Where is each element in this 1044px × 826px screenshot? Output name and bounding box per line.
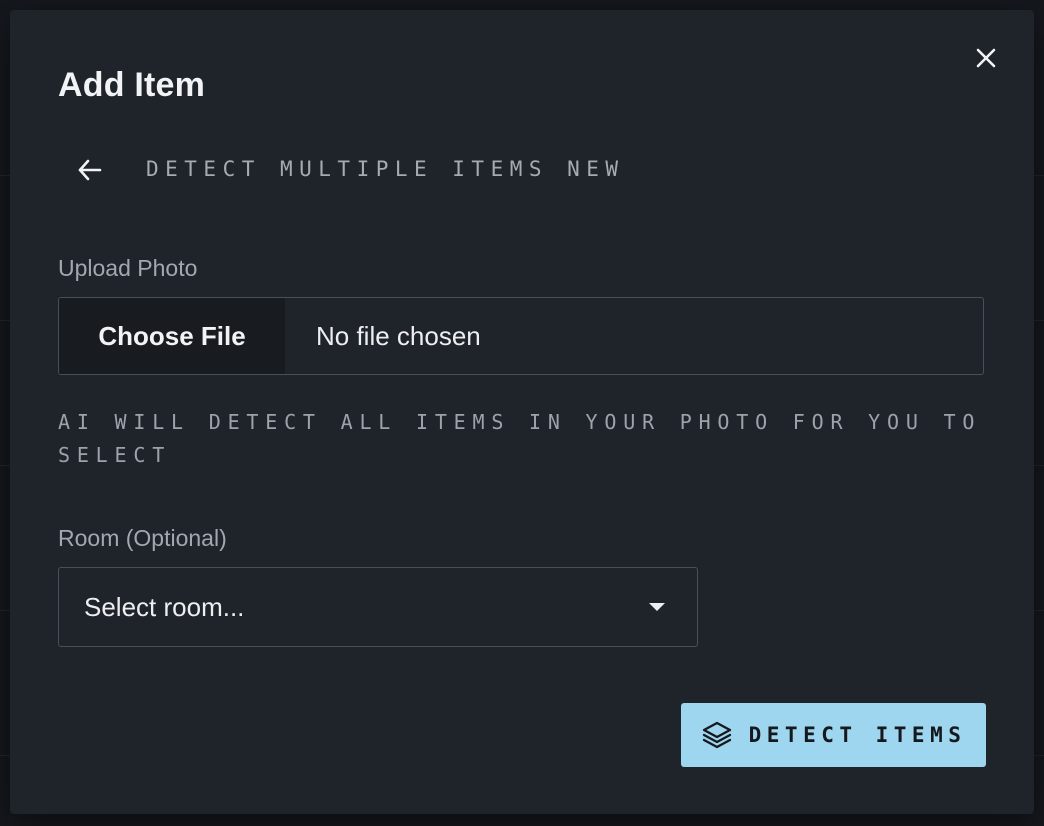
room-label: Room (Optional) bbox=[58, 525, 227, 551]
close-icon bbox=[976, 48, 996, 68]
choose-file-button[interactable]: Choose File bbox=[59, 298, 285, 374]
file-status-text: No file chosen bbox=[316, 320, 481, 351]
arrow-left-icon bbox=[78, 159, 102, 181]
detect-items-button[interactable]: DETECT ITEMS bbox=[681, 703, 986, 767]
room-select-value: Select room... bbox=[84, 591, 245, 622]
upload-hint: AI WILL DETECT ALL ITEMS IN YOUR PHOTO F… bbox=[58, 410, 982, 467]
back-button[interactable] bbox=[74, 154, 106, 186]
caret-down-icon bbox=[649, 603, 665, 611]
room-select[interactable]: Select room... bbox=[58, 567, 698, 647]
photo-file-input[interactable]: Choose File No file chosen bbox=[58, 297, 984, 375]
upload-photo-label: Upload Photo bbox=[58, 255, 198, 281]
layers-icon bbox=[702, 721, 731, 749]
close-button[interactable] bbox=[970, 42, 1002, 74]
detect-items-label: DETECT ITEMS bbox=[748, 723, 967, 747]
add-item-modal: Add Item DETECT MULTIPLE ITEMS NEW Uploa… bbox=[10, 10, 1034, 814]
mode-label: DETECT MULTIPLE ITEMS NEW bbox=[146, 157, 625, 181]
modal-title: Add Item bbox=[58, 66, 206, 104]
